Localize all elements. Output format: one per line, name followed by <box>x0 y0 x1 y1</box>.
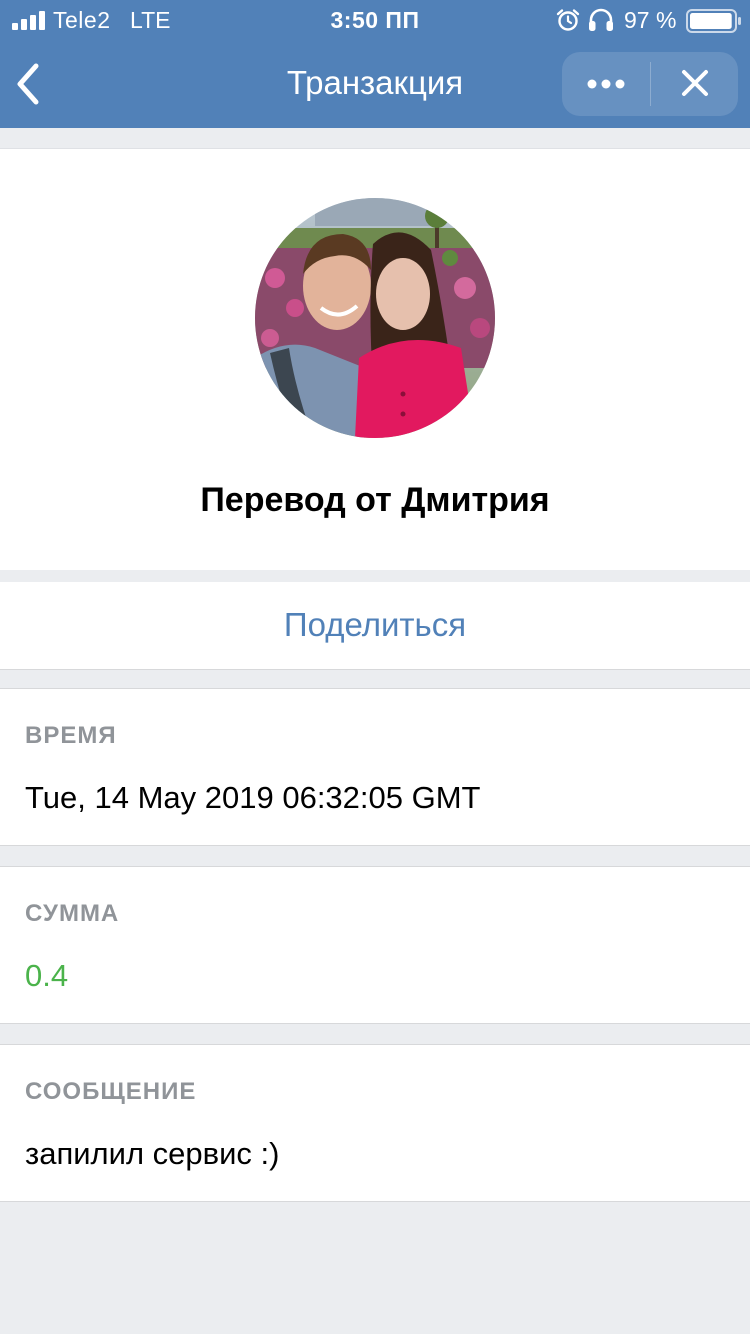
status-bar: Tele2 LTE 3:50 ПП 97 % <box>0 0 750 40</box>
chevron-left-icon <box>17 63 39 105</box>
navigation-bar: Транзакция <box>0 40 750 128</box>
time-value: Tue, 14 May 2019 06:32:05 GMT <box>25 780 481 815</box>
message-label: СООБЩЕНИЕ <box>25 1078 197 1105</box>
close-icon <box>682 70 708 96</box>
battery-icon <box>686 9 741 33</box>
app-header: Tele2 LTE 3:50 ПП 97 % Транзакция <box>0 0 750 128</box>
transaction-title: Перевод от Дмитрия <box>200 481 550 519</box>
battery-percentage: 97 % <box>624 7 677 33</box>
share-button[interactable]: Поделиться <box>0 582 750 670</box>
time-section: ВРЕМЯ Tue, 14 May 2019 06:32:05 GMT <box>0 688 750 846</box>
message-section: СООБЩЕНИЕ запилил сервис :) <box>0 1044 750 1202</box>
more-dots-icon <box>587 79 625 89</box>
back-button[interactable] <box>10 58 50 110</box>
transaction-header-card: Перевод от Дмитрия <box>0 148 750 570</box>
more-button[interactable] <box>562 52 650 116</box>
amount-section: СУММА 0.4 <box>0 866 750 1024</box>
profile-photo <box>255 198 495 438</box>
time-label: ВРЕМЯ <box>25 722 117 749</box>
close-button[interactable] <box>651 52 738 116</box>
headphones-icon <box>589 8 613 31</box>
mini-app-capsule <box>562 52 738 116</box>
amount-value: 0.4 <box>25 958 69 993</box>
amount-label: СУММА <box>25 900 120 927</box>
alarm-icon <box>556 9 580 31</box>
message-value: запилил сервис :) <box>25 1136 280 1171</box>
share-label: Поделиться <box>283 606 467 643</box>
avatar <box>255 198 495 438</box>
